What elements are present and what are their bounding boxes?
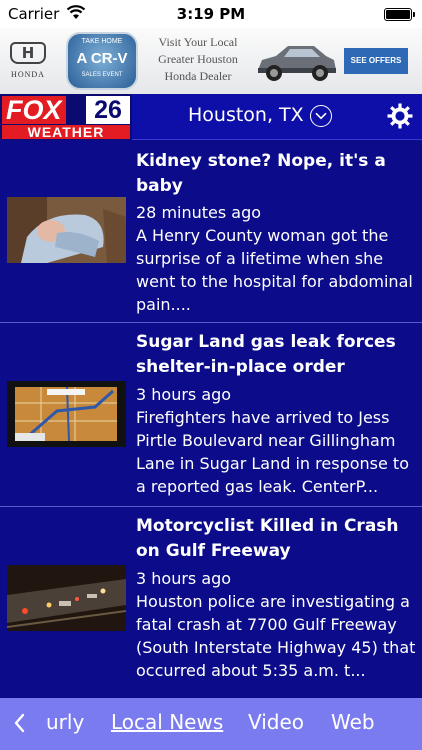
article-item[interactable]: Sugar Land gas leak forces shelter-in-pl… xyxy=(0,323,422,507)
section-tab-bar: urly Local News Video Web xyxy=(0,698,422,750)
logo-fox: FOX xyxy=(2,96,66,124)
battery-icon xyxy=(384,8,415,21)
article-summary: Firefighters have arrived to Jess Pirtle… xyxy=(136,408,409,496)
ad-badge-line2: A CR-V xyxy=(76,50,128,67)
article-item[interactable]: Kidney stone? Nope, it's a baby 28 minut… xyxy=(0,140,422,323)
tab-video[interactable]: Video xyxy=(248,710,304,734)
ad-copy: Visit Your Local Greater Houston Honda D… xyxy=(158,35,238,83)
tab-web[interactable]: Web xyxy=(331,710,375,734)
logo-number: 26 xyxy=(86,96,130,124)
chevron-down-icon[interactable] xyxy=(310,105,332,127)
article-thumbnail xyxy=(7,381,126,447)
ad-badge: TAKE HOME A CR-V SALES EVENT xyxy=(66,32,138,90)
gear-icon[interactable] xyxy=(386,102,414,130)
article-item[interactable]: Motorcyclist Killed in Crash on Gulf Fre… xyxy=(0,507,422,698)
clock: 3:19 PM xyxy=(176,5,246,23)
article-thumbnail xyxy=(7,565,126,631)
fox26-weather-logo: FOX 26 WEATHER xyxy=(0,94,132,140)
article-time: 3 hours ago xyxy=(136,385,232,404)
honda-logo xyxy=(10,42,46,64)
article-title[interactable]: Kidney stone? Nope, it's a baby xyxy=(136,149,416,199)
see-offers-button[interactable]: SEE OFFERS xyxy=(344,48,408,74)
tab-hourly[interactable]: urly xyxy=(46,710,84,734)
status-bar: Carrier 3:19 PM xyxy=(0,0,422,28)
ad-brand: HONDA xyxy=(11,70,45,79)
article-time: 3 hours ago xyxy=(136,569,232,588)
car-image xyxy=(258,46,336,81)
article-summary: Houston police are investigating a fatal… xyxy=(136,592,416,680)
article-time: 28 minutes ago xyxy=(136,203,262,222)
app-header: FOX 26 WEATHER Houston, TX xyxy=(0,94,422,140)
article-thumbnail xyxy=(7,197,126,263)
logo-weather: WEATHER xyxy=(2,125,130,139)
chevron-left-icon[interactable] xyxy=(10,710,30,736)
location-selector[interactable]: Houston, TX xyxy=(188,104,304,126)
article-title[interactable]: Sugar Land gas leak forces shelter-in-pl… xyxy=(136,330,416,380)
article-title[interactable]: Motorcyclist Killed in Crash on Gulf Fre… xyxy=(136,514,416,564)
ad-badge-line3: SALES EVENT xyxy=(81,72,123,78)
news-feed[interactable]: Kidney stone? Nope, it's a baby 28 minut… xyxy=(0,140,422,698)
article-summary: A Henry County woman got the surprise of… xyxy=(136,226,413,314)
ad-banner[interactable]: HONDA TAKE HOME A CR-V SALES EVENT Visit… xyxy=(0,28,422,94)
ad-badge-line1: TAKE HOME xyxy=(81,38,123,45)
tab-local-news[interactable]: Local News xyxy=(111,710,223,734)
